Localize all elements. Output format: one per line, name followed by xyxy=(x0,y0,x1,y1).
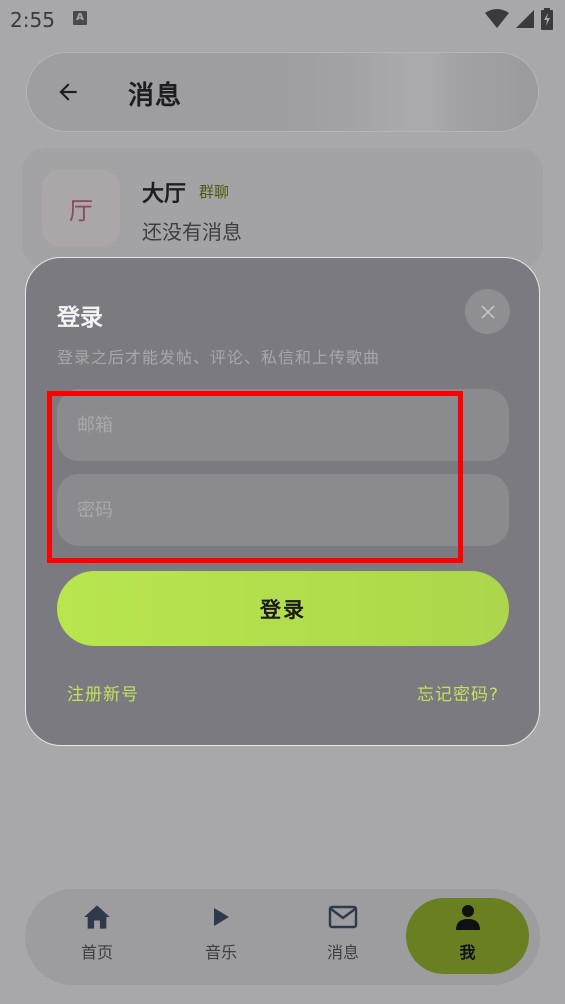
forgot-password-link[interactable]: 忘记密码? xyxy=(417,680,499,705)
signal-icon xyxy=(515,9,535,33)
notification-icon: A xyxy=(73,11,87,25)
nav-item-home[interactable]: 首页 xyxy=(47,901,147,973)
nav-label-messages: 消息 xyxy=(326,943,359,962)
close-icon xyxy=(480,304,495,319)
status-time: 2:55 xyxy=(10,8,55,32)
dialog-title: 登录 xyxy=(57,305,103,331)
avatar: 厅 xyxy=(42,170,120,246)
bottom-nav: 首页 音乐 消息 我 xyxy=(25,889,540,985)
status-bar: 2:55 A xyxy=(0,0,565,38)
back-button[interactable] xyxy=(53,77,83,107)
screen: 2:55 A 消息 厅 大厅 群聊 还没有消息 登录 登录之后才能发帖、评论、私… xyxy=(0,0,565,1004)
status-icons xyxy=(485,8,553,34)
nav-label-me: 我 xyxy=(459,943,476,962)
nav-label-music: 音乐 xyxy=(204,943,237,962)
dialog-subtitle: 登录之后才能发帖、评论、私信和上传歌曲 xyxy=(57,348,381,367)
mail-icon xyxy=(328,905,358,929)
nav-item-messages[interactable]: 消息 xyxy=(293,901,393,973)
chat-name: 大厅 xyxy=(142,182,187,207)
group-chat-badge: 群聊 xyxy=(199,183,230,201)
wifi-icon xyxy=(485,9,509,33)
top-app-bar: 消息 xyxy=(26,52,539,132)
close-button[interactable] xyxy=(465,289,510,334)
home-icon xyxy=(84,905,110,929)
annotation-highlight-box xyxy=(47,391,463,563)
login-dialog: 登录 登录之后才能发帖、评论、私信和上传歌曲 登录 注册新号 忘记密码? xyxy=(25,257,540,746)
chat-list-item-lobby[interactable]: 厅 大厅 群聊 还没有消息 xyxy=(22,148,543,268)
battery-charging-icon xyxy=(541,8,553,34)
arrow-left-icon xyxy=(59,83,77,101)
person-icon xyxy=(455,905,480,930)
nav-label-home: 首页 xyxy=(80,943,113,962)
register-link[interactable]: 注册新号 xyxy=(67,680,139,705)
header-background-image xyxy=(277,53,538,131)
chat-preview: 还没有消息 xyxy=(142,220,242,244)
login-button[interactable]: 登录 xyxy=(57,571,509,646)
nav-item-music[interactable]: 音乐 xyxy=(171,901,271,973)
nav-item-me[interactable]: 我 xyxy=(406,898,529,974)
page-title: 消息 xyxy=(128,81,183,111)
play-icon xyxy=(214,908,229,926)
